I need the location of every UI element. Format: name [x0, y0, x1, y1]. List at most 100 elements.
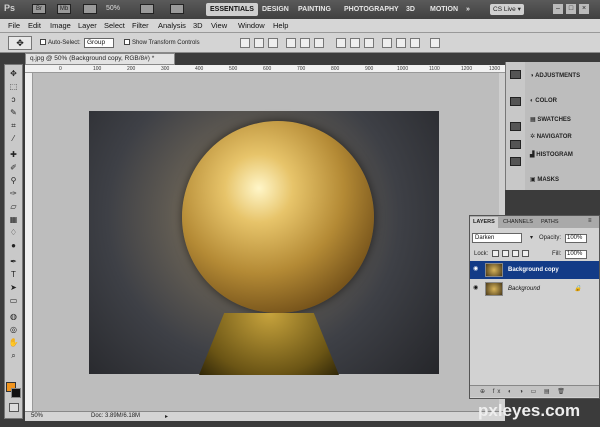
lock-position-icon[interactable] — [512, 250, 519, 257]
menu-filter[interactable]: Filter — [132, 21, 149, 30]
show-transform-checkbox[interactable] — [124, 39, 130, 46]
menu-window[interactable]: Window — [238, 21, 265, 30]
arrange-documents-button[interactable] — [140, 4, 154, 14]
menu-image[interactable]: Image — [50, 21, 71, 30]
layer-comps-icon[interactable] — [510, 97, 521, 106]
histogram-icon[interactable] — [510, 70, 521, 79]
workspace-3d[interactable]: 3D — [402, 3, 419, 16]
brush-tool-icon[interactable]: ✐ — [8, 163, 19, 172]
auto-select-checkbox[interactable] — [40, 39, 46, 46]
workspace-design[interactable]: DESIGN — [258, 3, 293, 16]
pen-tool-icon[interactable]: ✒ — [8, 257, 19, 266]
visibility-eye-icon[interactable]: ◉ — [473, 266, 480, 273]
layer-row-background[interactable]: ◉ Background 🔒 — [470, 280, 599, 298]
marquee-tool-icon[interactable]: ⬚ — [8, 82, 19, 91]
menu-file[interactable]: File — [8, 21, 20, 30]
masks-panel-tab[interactable]: ▣ MASKS — [530, 176, 559, 183]
distribute-vcenter-icon[interactable] — [350, 38, 360, 48]
zoom-level-select[interactable]: 50% — [106, 5, 120, 12]
distribute-left-icon[interactable] — [382, 38, 392, 48]
lock-all-icon[interactable] — [522, 250, 529, 257]
menu-help[interactable]: Help — [273, 21, 288, 30]
layer-row-background-copy[interactable]: ◉ Background copy — [470, 261, 599, 279]
align-left-icon[interactable] — [286, 38, 296, 48]
eyedropper-tool-icon[interactable]: ⁄ — [8, 134, 19, 143]
fill-input[interactable]: 100% — [565, 250, 587, 259]
healing-brush-tool-icon[interactable]: ✚ — [8, 150, 19, 159]
menu-select[interactable]: Select — [104, 21, 125, 30]
opacity-input[interactable]: 100% — [565, 234, 587, 243]
menu-layer[interactable]: Layer — [78, 21, 97, 30]
align-bottom-icon[interactable] — [268, 38, 278, 48]
clone-stamp-tool-icon[interactable]: ⚲ — [8, 176, 19, 185]
crop-tool-icon[interactable]: ⌗ — [8, 121, 19, 130]
visibility-eye-icon[interactable]: ◉ — [473, 285, 480, 292]
menu-view[interactable]: View — [211, 21, 227, 30]
menu-3d[interactable]: 3D — [193, 21, 203, 30]
quick-select-tool-icon[interactable]: ✎ — [8, 108, 19, 117]
menu-analysis[interactable]: Analysis — [158, 21, 186, 30]
auto-align-layers-icon[interactable] — [430, 38, 440, 48]
shape-tool-icon[interactable]: ▭ — [8, 296, 19, 305]
tab-layers[interactable]: LAYERS — [470, 217, 498, 228]
hand-tool-icon[interactable]: ✋ — [8, 338, 19, 347]
color-panel-tab[interactable]: ◐ COLOR — [530, 98, 557, 104]
align-vcenter-icon[interactable] — [254, 38, 264, 48]
lock-image-pixels-icon[interactable] — [502, 250, 509, 257]
lock-transparent-pixels-icon[interactable] — [492, 250, 499, 257]
panel-menu-icon[interactable]: ≡ — [588, 218, 592, 224]
workspace-photography[interactable]: PHOTOGRAPHY — [340, 3, 403, 16]
document-tab[interactable]: q.jpg @ 50% (Background copy, RGB/8#) * — [25, 53, 175, 65]
zoom-status[interactable]: 50% — [31, 412, 43, 421]
blend-mode-select[interactable]: Darken — [472, 233, 522, 243]
brush-presets-icon[interactable] — [510, 122, 521, 131]
minimize-button[interactable]: – — [553, 4, 563, 14]
type-tool-icon[interactable]: T — [8, 270, 19, 279]
close-button[interactable]: × — [579, 4, 589, 14]
history-brush-tool-icon[interactable]: ✑ — [8, 189, 19, 198]
background-color-swatch[interactable] — [11, 388, 21, 398]
move-tool-preset-icon[interactable]: ✥ — [8, 36, 32, 50]
tab-paths[interactable]: PATHS — [538, 217, 562, 228]
blur-tool-icon[interactable]: ♢ — [8, 228, 19, 237]
align-hcenter-icon[interactable] — [300, 38, 310, 48]
workspace-painting[interactable]: PAINTING — [294, 3, 335, 16]
align-top-icon[interactable] — [240, 38, 250, 48]
path-selection-tool-icon[interactable]: ➤ — [8, 283, 19, 292]
distribute-hcenter-icon[interactable] — [396, 38, 406, 48]
eraser-tool-icon[interactable]: ▱ — [8, 202, 19, 211]
distribute-bottom-icon[interactable] — [364, 38, 374, 48]
actions-icon[interactable] — [510, 157, 521, 166]
tab-channels[interactable]: CHANNELS — [500, 217, 536, 228]
maximize-button[interactable]: □ — [566, 4, 576, 14]
clone-source-icon[interactable] — [510, 140, 521, 149]
cs-live-button[interactable]: CS Live ▾ — [490, 4, 524, 15]
view-extras-button[interactable] — [83, 4, 97, 14]
align-right-icon[interactable] — [314, 38, 324, 48]
3d-orbit-tool-icon[interactable]: ◎ — [8, 325, 19, 334]
adjustments-panel-tab[interactable]: ◑ ADJUSTMENTS — [530, 73, 580, 79]
auto-select-target-select[interactable]: Group — [84, 38, 114, 48]
screen-mode-button[interactable] — [170, 4, 184, 14]
status-menu-arrow-icon[interactable]: ▸ — [165, 413, 168, 422]
mini-bridge-button[interactable]: Mb — [57, 4, 71, 14]
zoom-tool-icon[interactable]: ⌕ — [8, 351, 19, 360]
layer-name: Background copy — [508, 267, 559, 273]
distribute-top-icon[interactable] — [336, 38, 346, 48]
lasso-tool-icon[interactable]: ↄ — [8, 95, 19, 104]
layers-panel-footer[interactable]: ⊕ fx ◐ ◑ ▭ ▤ 🗑 — [470, 385, 599, 397]
swatches-panel-tab[interactable]: ▦ SWATCHES — [530, 116, 571, 123]
histogram-panel-tab[interactable]: ▟ HISTOGRAM — [530, 151, 573, 158]
more-workspaces-button[interactable]: » — [462, 3, 474, 16]
dodge-tool-icon[interactable]: ● — [8, 241, 19, 250]
bridge-button[interactable]: Br — [32, 4, 46, 14]
menu-edit[interactable]: Edit — [28, 21, 41, 30]
move-tool-icon[interactable]: ✥ — [8, 69, 19, 78]
3d-rotate-tool-icon[interactable]: ◍ — [8, 312, 19, 321]
gradient-tool-icon[interactable]: ▦ — [8, 215, 19, 224]
workspace-motion[interactable]: MOTION — [426, 3, 462, 16]
distribute-right-icon[interactable] — [410, 38, 420, 48]
quick-mask-icon[interactable] — [9, 403, 19, 412]
navigator-panel-tab[interactable]: ✲ NAVIGATOR — [530, 133, 572, 140]
workspace-essentials[interactable]: ESSENTIALS — [206, 3, 258, 16]
